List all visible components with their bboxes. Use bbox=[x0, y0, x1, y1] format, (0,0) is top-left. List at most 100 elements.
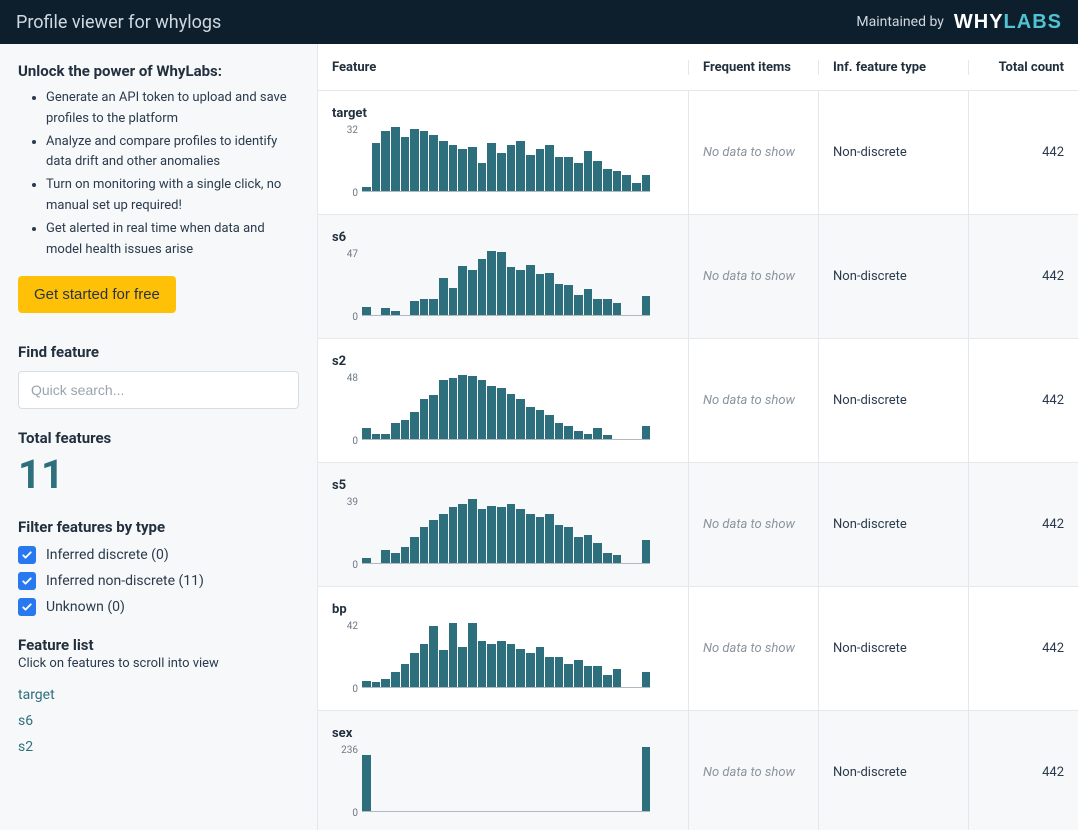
total-count-value: 442 bbox=[1042, 517, 1064, 532]
bar bbox=[603, 435, 612, 439]
filter-item[interactable]: Inferred discrete (0) bbox=[18, 546, 299, 564]
no-data-label: No data to show bbox=[703, 393, 795, 408]
bar bbox=[362, 681, 371, 687]
bar bbox=[497, 507, 506, 563]
checkbox-icon[interactable] bbox=[18, 572, 36, 590]
filter-item[interactable]: Unknown (0) bbox=[18, 598, 299, 616]
bar bbox=[449, 288, 458, 315]
checkbox-icon[interactable] bbox=[18, 598, 36, 616]
search-input[interactable] bbox=[18, 371, 299, 409]
promo-item: Analyze and compare profiles to identify… bbox=[46, 132, 299, 174]
inf-type-value: Non-discrete bbox=[833, 145, 907, 160]
table-row[interactable]: target320No data to showNon-discrete442 bbox=[318, 91, 1078, 215]
frequent-items-cell: No data to show bbox=[688, 339, 818, 462]
inf-type-value: Non-discrete bbox=[833, 517, 907, 532]
bar bbox=[555, 657, 564, 687]
bar bbox=[468, 147, 477, 191]
feature-name: sex bbox=[332, 726, 674, 741]
table-row[interactable]: sex2360No data to showNon-discrete442 bbox=[318, 711, 1078, 830]
sidebar[interactable]: Unlock the power of WhyLabs: Generate an… bbox=[0, 44, 318, 830]
feature-link[interactable]: s2 bbox=[18, 739, 299, 755]
feature-link[interactable]: target bbox=[18, 687, 299, 703]
filter-label: Unknown (0) bbox=[46, 599, 125, 615]
bar bbox=[362, 428, 371, 439]
bar bbox=[487, 386, 496, 439]
bar bbox=[410, 537, 419, 563]
feature-list-title: Feature list bbox=[18, 636, 299, 654]
histogram-chart: 320 bbox=[332, 127, 650, 199]
table-row[interactable]: s2480 No data to show Non-discrete 442 bbox=[318, 339, 1078, 463]
table-row[interactable]: s5390No data to showNon-discrete442 bbox=[318, 463, 1078, 587]
bar bbox=[487, 143, 496, 191]
total-count-value: 442 bbox=[1042, 393, 1064, 408]
bar bbox=[526, 407, 535, 439]
bar bbox=[410, 129, 419, 191]
bar bbox=[545, 273, 554, 315]
get-started-button[interactable]: Get started for free bbox=[18, 276, 176, 313]
bar bbox=[526, 265, 535, 315]
filter-item[interactable]: Inferred non-discrete (11) bbox=[18, 572, 299, 590]
find-feature-label: Find feature bbox=[18, 343, 299, 361]
table-body[interactable]: target320No data to showNon-discrete442s… bbox=[318, 91, 1078, 830]
bar bbox=[536, 274, 545, 315]
bar bbox=[401, 420, 410, 439]
bar bbox=[632, 183, 641, 191]
table-row[interactable]: bp420No data to showNon-discrete442 bbox=[318, 587, 1078, 711]
bar bbox=[362, 187, 371, 191]
feature-cell: s2480 bbox=[318, 339, 688, 462]
bar bbox=[526, 155, 535, 191]
checkbox-icon[interactable] bbox=[18, 546, 36, 564]
bar bbox=[468, 376, 477, 439]
col-total-count[interactable]: Total count bbox=[968, 60, 1078, 75]
bar bbox=[574, 163, 583, 191]
bar bbox=[468, 623, 477, 687]
bar bbox=[564, 426, 573, 439]
bar bbox=[613, 555, 622, 563]
inf-type-cell: Non-discrete bbox=[818, 463, 968, 586]
inf-type-cell: Non-discrete bbox=[818, 339, 968, 462]
bar bbox=[516, 141, 525, 191]
bar bbox=[362, 755, 371, 811]
table-row[interactable]: s6470No data to showNon-discrete442 bbox=[318, 215, 1078, 339]
bar bbox=[372, 143, 381, 191]
page-title: Profile viewer for whylogs bbox=[16, 12, 221, 33]
bar bbox=[584, 666, 593, 687]
y-axis-max: 39 bbox=[332, 497, 358, 508]
bar bbox=[420, 399, 429, 439]
bar bbox=[526, 653, 535, 687]
total-count-cell: 442 bbox=[968, 711, 1078, 830]
col-frequent-items[interactable]: Frequent items bbox=[688, 60, 818, 75]
bar bbox=[381, 550, 390, 563]
feature-cell: target320 bbox=[318, 91, 688, 214]
bar bbox=[555, 157, 564, 191]
maintained-by-label: Maintained by bbox=[856, 14, 944, 30]
header-right: Maintained by WHYLABS bbox=[856, 11, 1062, 34]
bar bbox=[593, 161, 602, 191]
bar bbox=[487, 251, 496, 315]
y-axis-max: 236 bbox=[332, 745, 358, 756]
bar bbox=[468, 270, 477, 315]
col-feature[interactable]: Feature bbox=[318, 60, 688, 75]
whylabs-logo[interactable]: WHYLABS bbox=[954, 11, 1062, 34]
inf-type-value: Non-discrete bbox=[833, 393, 907, 408]
y-axis-min: 0 bbox=[332, 312, 358, 323]
bar bbox=[458, 647, 467, 687]
y-axis-max: 32 bbox=[332, 125, 358, 136]
bar bbox=[410, 653, 419, 687]
bar bbox=[507, 394, 516, 439]
chart-bars bbox=[362, 623, 650, 688]
bar bbox=[574, 537, 583, 563]
bar bbox=[516, 270, 525, 315]
promo-block: Unlock the power of WhyLabs: Generate an… bbox=[18, 62, 299, 337]
feature-link[interactable]: s6 bbox=[18, 713, 299, 729]
bar bbox=[429, 299, 438, 315]
bar bbox=[410, 412, 419, 439]
bar bbox=[429, 520, 438, 563]
bar bbox=[362, 558, 371, 563]
promo-title: Unlock the power of WhyLabs: bbox=[18, 62, 299, 80]
col-inf-type[interactable]: Inf. feature type bbox=[818, 60, 968, 75]
bar bbox=[391, 553, 400, 563]
frequent-items-cell: No data to show bbox=[688, 91, 818, 214]
feature-name: s6 bbox=[332, 230, 674, 245]
feature-cell: s6470 bbox=[318, 215, 688, 338]
